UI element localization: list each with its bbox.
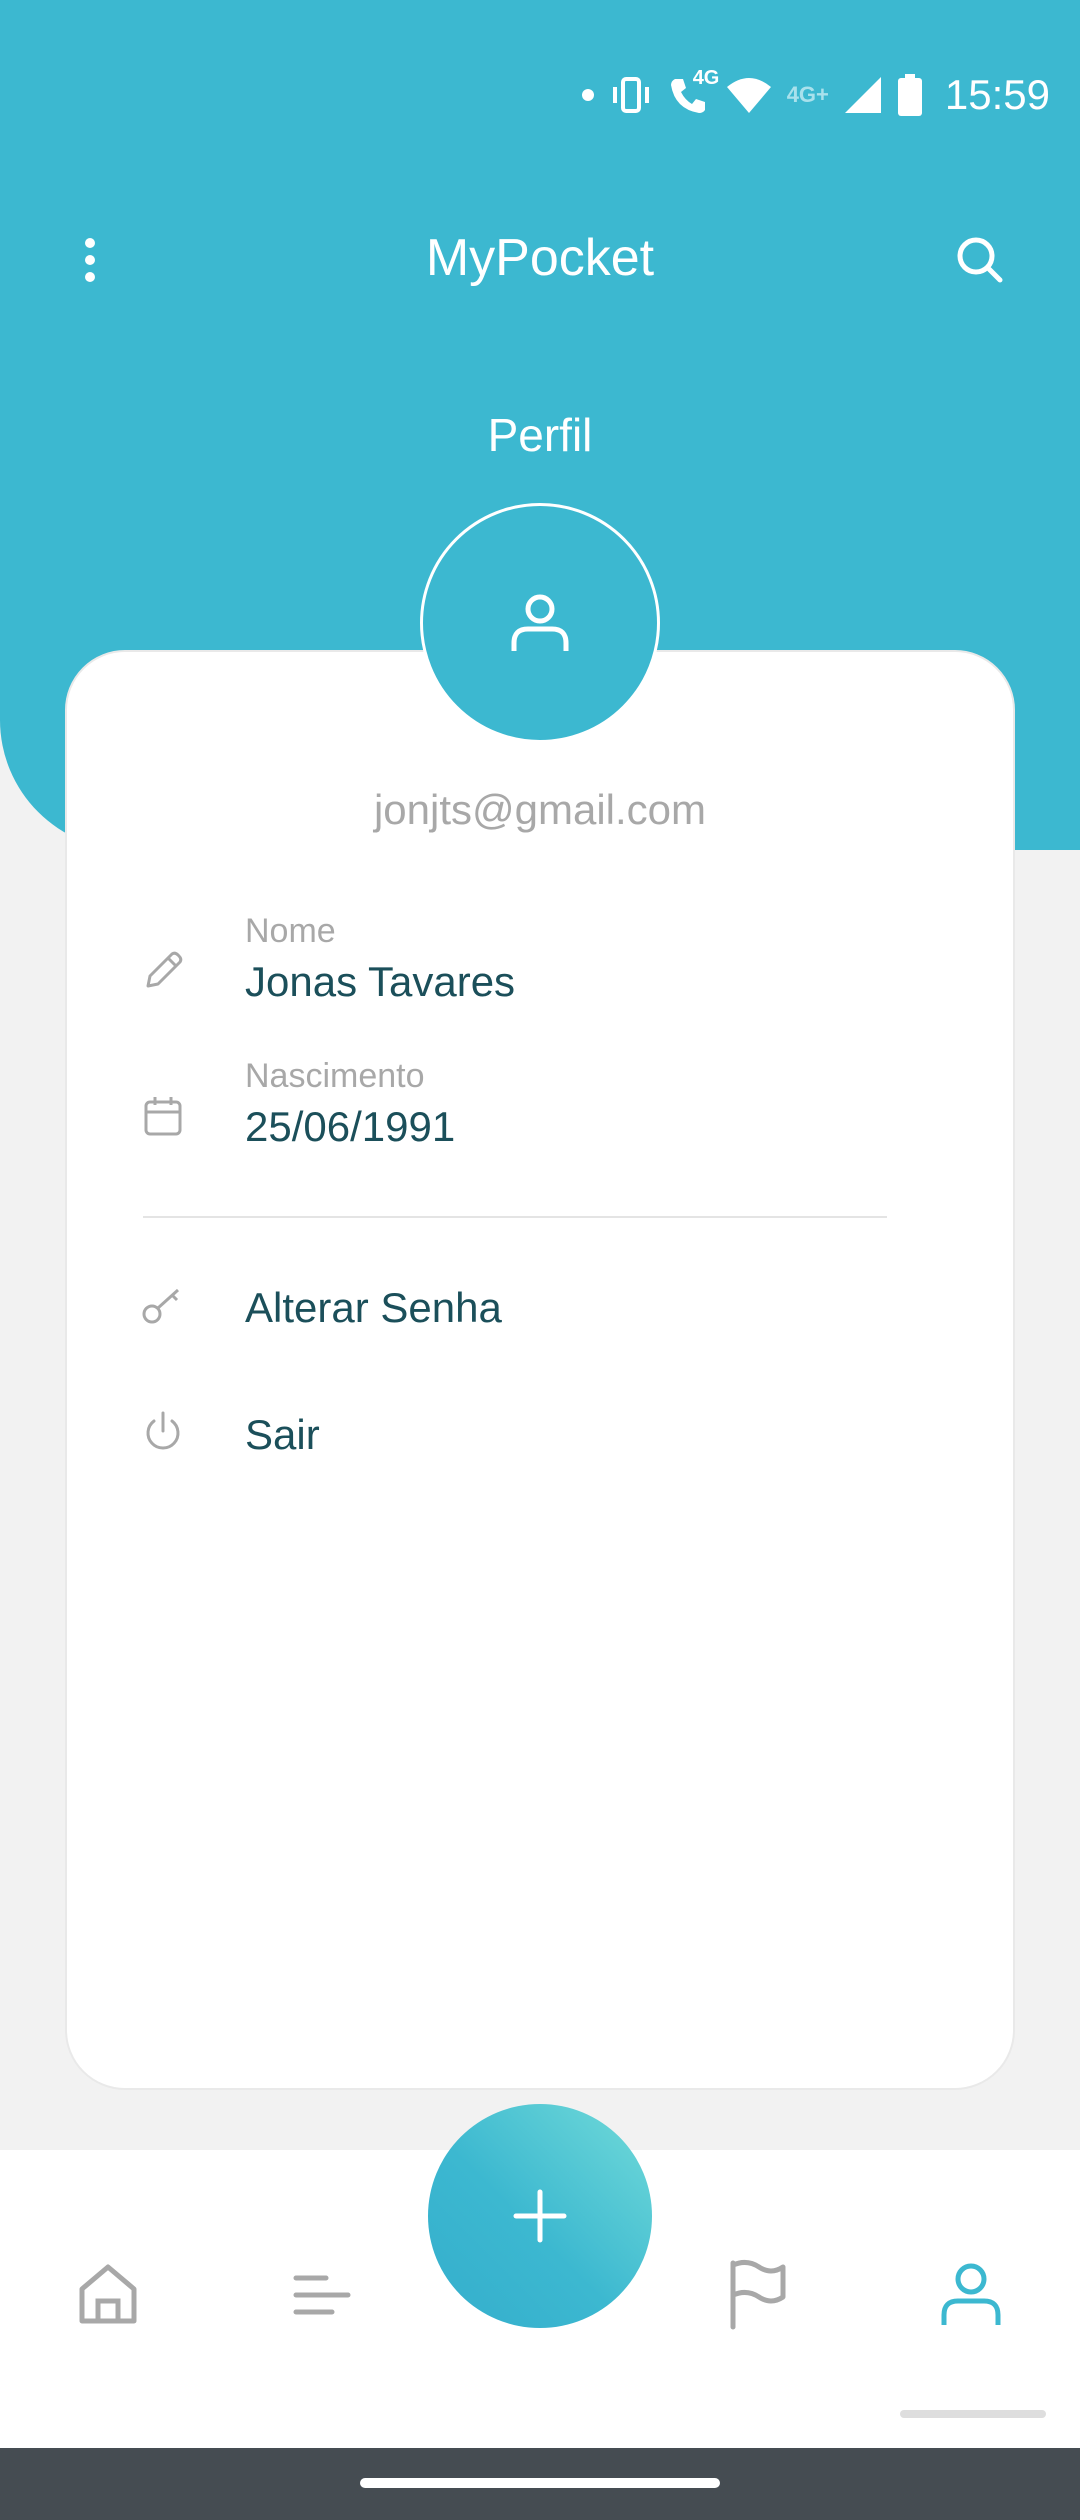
page-title: Perfil <box>487 409 593 461</box>
field-label: Nome <box>245 912 336 950</box>
home-icon[interactable] <box>63 2250 153 2340</box>
wifi-call-icon: 4G <box>667 67 719 117</box>
add-button[interactable] <box>428 2104 652 2328</box>
profile-card <box>65 650 1015 2090</box>
field-nascimento[interactable]: Nascimento 25/06/1991 <box>140 1057 940 1167</box>
logout-button[interactable]: Sair <box>140 1393 940 1473</box>
email-text: jonjts@gmail.com <box>373 786 707 833</box>
call-network-label: 4G <box>692 67 720 89</box>
field-value: Jonas Tavares <box>245 958 516 1005</box>
person-icon <box>511 594 569 651</box>
flag-icon[interactable] <box>712 2250 802 2340</box>
avatar[interactable] <box>420 503 660 743</box>
field-label: Nascimento <box>245 1057 425 1095</box>
list-icon[interactable] <box>277 2250 367 2340</box>
network-type-label: 4G+ <box>786 82 829 107</box>
vibrate-icon <box>609 75 653 115</box>
pencil-icon <box>140 948 186 994</box>
logout-label: Sair <box>245 1411 320 1458</box>
key-icon <box>140 1282 186 1328</box>
power-icon <box>140 1409 186 1455</box>
wifi-icon <box>725 75 773 115</box>
calendar-icon <box>140 1093 186 1139</box>
clock: 15:59 <box>944 71 1050 118</box>
profile-icon[interactable] <box>926 2250 1016 2340</box>
search-icon[interactable] <box>940 220 1020 300</box>
divider <box>143 1216 887 1218</box>
system-nav-bar <box>0 2448 1080 2520</box>
plus-icon <box>513 2189 567 2243</box>
app-title: MyPocket <box>425 229 655 287</box>
battery-icon <box>897 74 923 116</box>
change-password-label: Alterar Senha <box>245 1284 502 1331</box>
active-tab-indicator <box>900 2410 1046 2418</box>
field-nome[interactable]: Nome Jonas Tavares <box>140 912 940 1022</box>
home-gesture-pill[interactable] <box>360 2478 720 2488</box>
notification-dot-icon <box>581 88 595 102</box>
status-bar: 4G 4G+ 15:59 <box>581 60 1050 130</box>
change-password-button[interactable]: Alterar Senha <box>140 1266 940 1346</box>
field-value: 25/06/1991 <box>245 1103 456 1150</box>
signal-icon <box>843 75 883 115</box>
app-bar: MyPocket <box>0 200 1080 320</box>
